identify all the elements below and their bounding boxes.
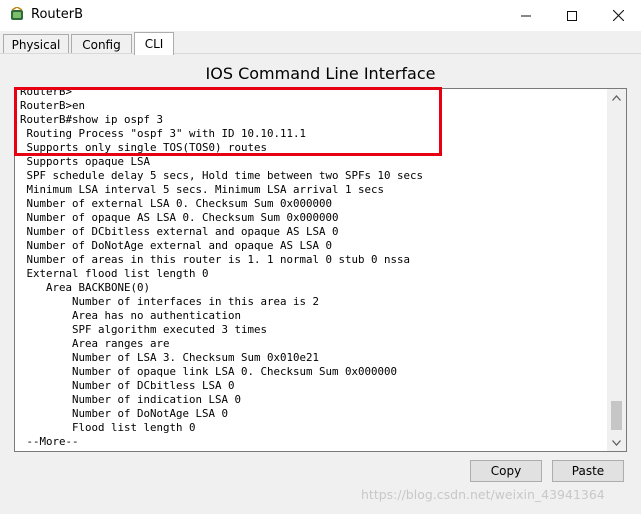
terminal-line: Supports opaque LSA — [20, 155, 151, 168]
cisco-device-icon — [9, 6, 25, 23]
cli-terminal[interactable]: RouterB> RouterB>en RouterB#show ip ospf 3… — [14, 88, 627, 452]
chevron-up-icon — [612, 94, 621, 101]
minimize-icon — [521, 15, 531, 16]
terminal-line: External flood list length 0 — [20, 267, 209, 280]
maximize-icon — [567, 10, 577, 21]
scroll-up-button[interactable] — [607, 89, 626, 106]
terminal-line: Minimum LSA interval 5 secs. Minimum LSA… — [20, 183, 385, 196]
close-icon — [612, 10, 624, 21]
scroll-thumb[interactable] — [611, 401, 622, 430]
terminal-line: SPF algorithm executed 3 times — [20, 323, 268, 336]
terminal-line: Area BACKBONE(0) — [20, 281, 151, 294]
terminal-line: RouterB> — [20, 88, 73, 98]
terminal-output: RouterB> RouterB>en RouterB#show ip ospf 3… — [20, 88, 424, 449]
terminal-line: Number of DCbitless external and opaque … — [20, 225, 339, 238]
chevron-down-icon — [612, 439, 621, 446]
page-title: IOS Command Line Interface — [205, 64, 436, 83]
copy-button[interactable]: Copy — [470, 460, 542, 482]
terminal-scrollbar[interactable] — [607, 89, 626, 451]
maximize-button[interactable] — [549, 0, 595, 31]
terminal-line: Number of interfaces in this area is 2 — [20, 295, 320, 308]
terminal-line: Number of opaque AS LSA 0. Checksum Sum … — [20, 211, 339, 224]
terminal-line: Routing Process "ospf 3" with ID 10.10.1… — [20, 127, 307, 140]
terminal-line: Number of indication LSA 0 — [20, 393, 242, 406]
terminal-line: Supports only single TOS(TOS0) routes — [20, 141, 268, 154]
terminal-line: Number of DoNotAge LSA 0 — [20, 407, 229, 420]
terminal-line: --More-- — [20, 435, 79, 448]
terminal-line: Number of areas in this router is 1. 1 n… — [20, 253, 411, 266]
tab-config[interactable]: Config — [71, 34, 132, 54]
terminal-line: Number of DoNotAge external and opaque A… — [20, 239, 333, 252]
terminal-line: Number of external LSA 0. Checksum Sum 0… — [20, 197, 333, 210]
tab-cli[interactable]: CLI — [134, 32, 174, 55]
terminal-line: SPF schedule delay 5 secs, Hold time bet… — [20, 169, 424, 182]
close-button[interactable] — [595, 0, 641, 31]
scroll-down-button[interactable] — [607, 434, 626, 451]
terminal-line: Area ranges are — [20, 337, 170, 350]
tab-physical[interactable]: Physical — [3, 34, 69, 54]
terminal-line: Area has no authentication — [20, 309, 242, 322]
terminal-line: Number of DCbitless LSA 0 — [20, 379, 235, 392]
title-bar: RouterB — [0, 0, 641, 31]
terminal-line: Flood list length 0 — [20, 421, 196, 434]
terminal-line: RouterB#show ip ospf 3 — [20, 113, 164, 126]
watermark: https://blog.csdn.net/weixin_43941364 — [361, 487, 605, 502]
window-title: RouterB — [31, 7, 83, 22]
terminal-line: Number of LSA 3. Checksum Sum 0x010e21 — [20, 351, 320, 364]
terminal-line: RouterB>en — [20, 99, 86, 112]
minimize-button[interactable] — [503, 0, 549, 31]
terminal-line: Number of opaque link LSA 0. Checksum Su… — [20, 365, 398, 378]
paste-button[interactable]: Paste — [552, 460, 624, 482]
